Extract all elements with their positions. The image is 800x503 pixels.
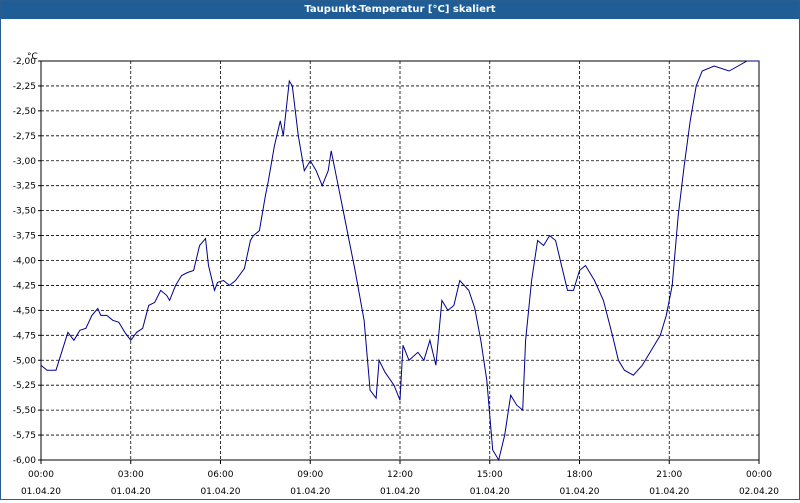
dewpoint-line-chart: -2,00-2,25-2,50-2,75-3,00-3,25-3,50-3,75… [13,52,780,497]
x-tick-date-label: 01.04.20 [470,487,510,497]
x-tick-date-label: 01.04.20 [649,487,689,497]
y-tick-label: -4,25 [13,281,36,291]
plot-container: -2,00 -2,25 -2,50 -2,75 -3,00 -3,25 -3,50 -3,75… [1,19,799,499]
y-tick-label: -4,75 [13,331,36,341]
x-tick-time-label: 21:00 [656,470,682,480]
x-tick-time-label: 09:00 [297,470,323,480]
y-tick-label: -5,75 [13,431,36,441]
y-tick-label: -5,50 [13,406,37,416]
y-tick-label: -3,25 [13,182,36,192]
y-tick-label: -2,50 [13,107,37,117]
y-tick-label: -6,00 [13,456,37,466]
x-tick-time-label: 06:00 [208,470,234,480]
x-tick-date-label: 01.04.20 [111,487,151,497]
y-tick-label: -3,50 [13,207,37,217]
chart-window: Taupunkt-Temperatur [°C] skaliert -2,00-… [0,0,800,500]
y-tick-label: -3,75 [13,232,36,242]
y-tick-label: -5,25 [13,381,36,391]
y-tick-label: -2,25 [13,82,36,92]
y-tick-label: -4,50 [13,306,37,316]
x-tick-date-label: 01.04.20 [21,487,61,497]
x-tick-time-label: 18:00 [567,470,593,480]
y-axis-ticks: -2,00-2,25-2,50-2,75-3,00-3,25-3,50-3,75… [13,57,41,466]
x-tick-time-label: 12:00 [387,470,413,480]
y-tick-label: -5,00 [13,356,37,366]
y-axis-unit: °C [27,52,38,62]
x-tick-time-label: 15:00 [477,470,503,480]
x-tick-time-label: 00:00 [28,470,54,480]
y-tick-label: -2,75 [13,132,36,142]
x-tick-date-label: 02.04.20 [739,487,779,497]
x-tick-date-label: 01.04.20 [290,487,330,497]
x-tick-date-label: 01.04.20 [200,487,240,497]
x-tick-date-label: 01.04.20 [559,487,599,497]
x-tick-date-label: 01.04.20 [380,487,420,497]
chart-title: Taupunkt-Temperatur [°C] skaliert [1,1,799,19]
x-tick-time-label: 03:00 [118,470,144,480]
y-tick-label: -3,00 [13,157,37,167]
x-tick-time-label: 00:00 [746,470,772,480]
x-axis-ticks: 00:00 01.04.20 03:00 01.04.20 06:00 01.04.20 0… [21,460,779,497]
y-tick-label: -4,00 [13,257,37,267]
